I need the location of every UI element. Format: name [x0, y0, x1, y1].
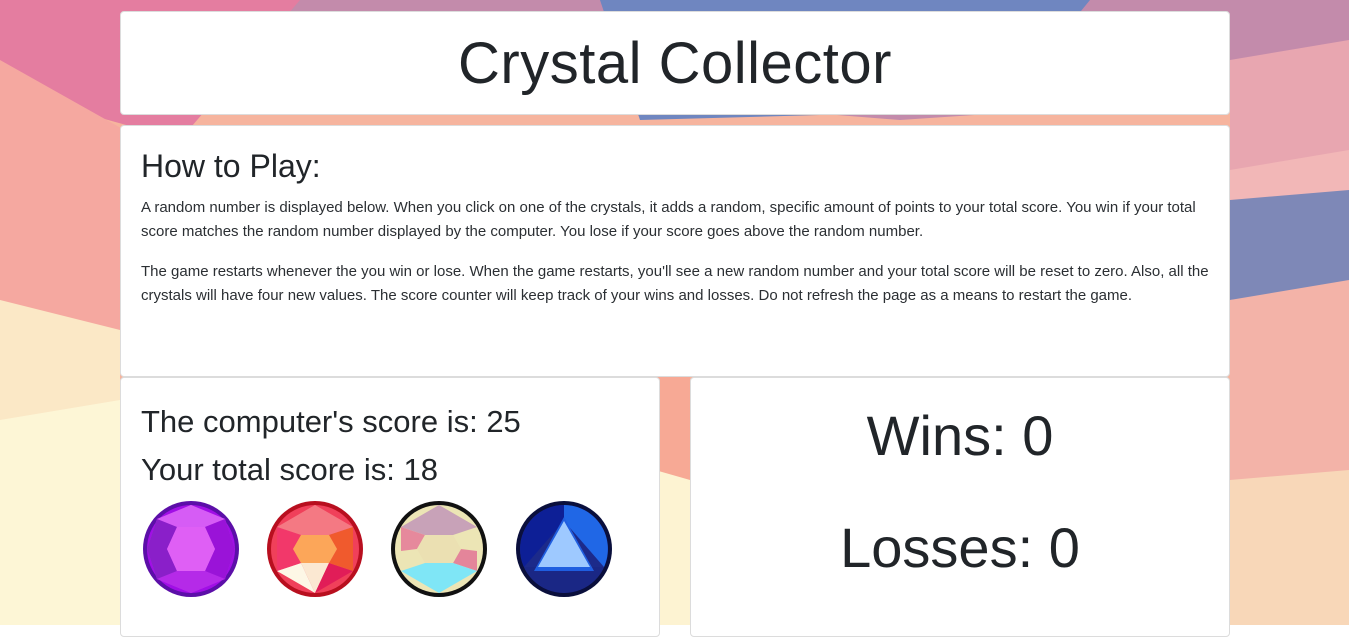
- sapphire-gem-icon: [516, 501, 612, 597]
- total-score: Your total score is: 18: [141, 452, 438, 487]
- computer-score: The computer's score is: 25: [141, 404, 521, 439]
- instructions-paragraph-1: A random number is displayed below. When…: [141, 199, 1196, 240]
- title-card: Crystal Collector: [120, 11, 1230, 115]
- amethyst-gem-icon: [143, 501, 239, 597]
- page-title: Crystal Collector: [458, 31, 892, 96]
- wins-counter: Wins: 0: [866, 404, 1054, 467]
- instructions-card: How to Play: A random number is displaye…: [120, 125, 1230, 377]
- sapphire-crystal-button[interactable]: [514, 499, 614, 599]
- score-card: The computer's score is: 25 Your total s…: [120, 377, 660, 637]
- ruby-crystal-button[interactable]: [265, 499, 365, 599]
- amethyst-crystal-button[interactable]: [141, 499, 241, 599]
- instructions-heading: How to Play:: [141, 148, 321, 184]
- ruby-gem-icon: [267, 501, 363, 597]
- record-card: Wins: 0 Losses: 0: [690, 377, 1230, 637]
- pearl-crystal-button[interactable]: [389, 499, 489, 599]
- pearl-gem-icon: [391, 501, 487, 597]
- instructions-paragraph-2: The game restarts whenever the you win o…: [141, 263, 1209, 304]
- losses-counter: Losses: 0: [840, 516, 1080, 579]
